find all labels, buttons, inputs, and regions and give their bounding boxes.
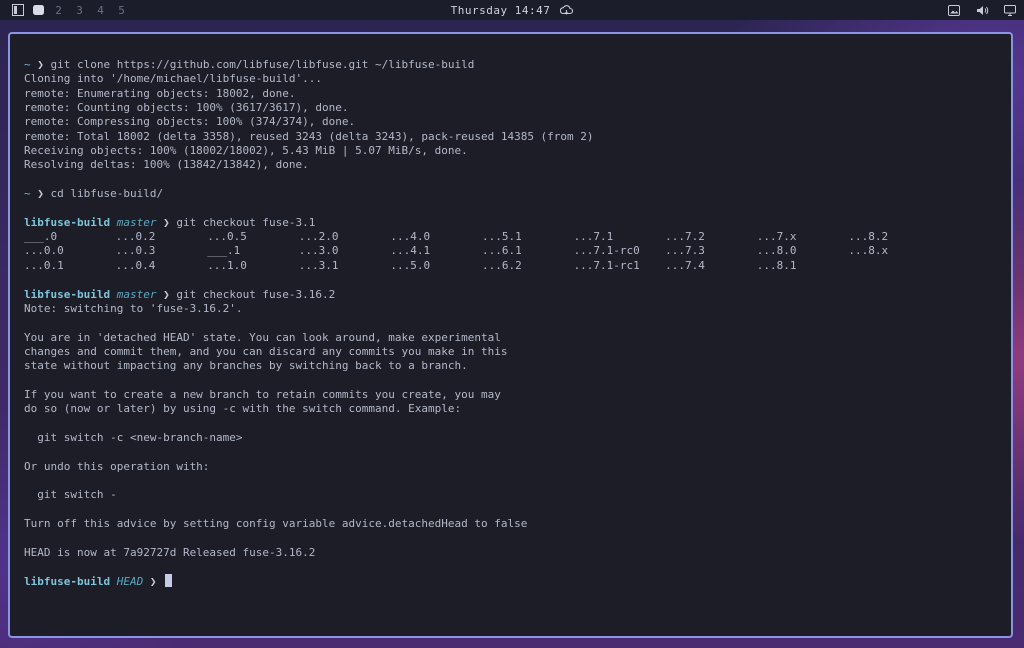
- cloud-icon[interactable]: [560, 5, 574, 15]
- output-line: remote: Counting objects: 100% (3617/361…: [24, 101, 349, 115]
- output-line: remote: Compressing objects: 100% (374/3…: [24, 115, 356, 129]
- clock-area: Thursday 14:47: [0, 0, 1024, 20]
- output-line: Note: switching to 'fuse-3.16.2'.: [24, 301, 243, 315]
- completion-item: ...0.5: [207, 230, 247, 244]
- workspace-4[interactable]: 4: [90, 4, 111, 17]
- prompt-branch: HEAD: [116, 575, 144, 589]
- output-line: do so (now or later) by using -c with th…: [24, 402, 462, 416]
- output-line: Receiving objects: 100% (18002/18002), 5…: [24, 144, 468, 158]
- system-tray: [946, 0, 1018, 20]
- completion-item: ...8.x: [848, 244, 889, 258]
- output-line: HEAD is now at 7a92727d Released fuse-3.…: [24, 545, 316, 559]
- prompt-arrow-icon: ❯: [37, 58, 44, 71]
- completion-item: ...8.0: [756, 244, 797, 258]
- completion-item: ...7.1-rc1: [573, 258, 640, 272]
- display-icon[interactable]: [1002, 2, 1018, 18]
- prompt-line-active[interactable]: libfuse-build HEAD ❯: [24, 574, 1001, 588]
- completion-item: ...0.3: [115, 244, 156, 258]
- completion-item: ...1.0: [207, 258, 247, 272]
- output-line: Resolving deltas: 100% (13842/13842), do…: [24, 158, 309, 172]
- completion-row: ___.0 ...0.2 ...0.5 ...2.0 ...4.0 ...5.1 ...7.…: [24, 230, 1001, 244]
- prompt-arrow-icon: ❯: [163, 287, 170, 301]
- terminal-content: ~ ❯ git clone https://github.com/libfuse…: [24, 58, 1001, 589]
- layout-icon[interactable]: [8, 0, 28, 20]
- output-line: git switch -c <new-branch-name>: [24, 430, 243, 444]
- workspace-2[interactable]: 2: [48, 4, 69, 17]
- prompt-directory: libfuse-build: [24, 575, 111, 589]
- completion-item: ...3.1: [298, 258, 339, 272]
- completion-item: ...0.2: [115, 230, 156, 244]
- completion-item: ...4.0: [390, 230, 431, 244]
- output-line: state without impacting any branches by …: [24, 359, 468, 373]
- command-text: git checkout fuse-3.1: [176, 215, 316, 229]
- completion-item: ___.0: [24, 230, 58, 244]
- prompt-line: libfuse-build master ❯ git checkout fuse…: [24, 216, 1001, 230]
- command-text: cd libfuse-build/: [50, 187, 164, 201]
- completion-item: ___.1: [207, 244, 241, 258]
- completion-item: ...7.1: [573, 230, 614, 244]
- prompt-line: libfuse-build master ❯ git checkout fuse…: [24, 288, 1001, 302]
- workspace-dot-icon[interactable]: [28, 0, 48, 20]
- completion-item: ...6.1: [481, 244, 522, 258]
- output-line: Turn off this advice by setting config v…: [24, 517, 528, 530]
- clock[interactable]: Thursday 14:47: [451, 4, 551, 17]
- completion-item: ...5.1: [481, 230, 522, 244]
- completion-item: ...0.4: [115, 258, 156, 272]
- output-line: git switch -: [24, 488, 117, 502]
- completion-item: ...7.x: [756, 230, 797, 244]
- completion-item: ...8.1: [756, 258, 797, 272]
- screenshot-icon[interactable]: [946, 2, 962, 18]
- completion-row: ...0.0 ...0.3 ___.1 ...3.0 ...4.1 ...6.1 ...7.…: [24, 244, 1001, 258]
- workspace-switcher: 2 3 4 5: [8, 0, 132, 20]
- output-line: If you want to create a new branch to re…: [24, 387, 501, 401]
- completion-item: ...7.3: [665, 244, 705, 258]
- prompt-line: ~ ❯ cd libfuse-build/: [24, 187, 1001, 201]
- workspace-3[interactable]: 3: [69, 4, 90, 17]
- completion-item: ...2.0: [298, 230, 339, 244]
- output-line: remote: Total 18002 (delta 3358), reused…: [24, 129, 594, 143]
- prompt-arrow-icon: ❯: [163, 215, 170, 229]
- completion-item: ...7.4: [665, 258, 705, 272]
- completion-item: ...0.1: [24, 258, 64, 272]
- top-bar: 2 3 4 5 Thursday 14:47: [0, 0, 1024, 20]
- prompt-home: ~: [24, 187, 31, 201]
- output-line: changes and commit them, and you can dis…: [24, 344, 508, 358]
- text-cursor: [165, 574, 173, 588]
- terminal-window[interactable]: ~ ❯ git clone https://github.com/libfuse…: [8, 32, 1013, 638]
- output-line: Or undo this operation with:: [24, 459, 210, 473]
- completion-row: ...0.1 ...0.4 ...1.0 ...3.1 ...5.0 ...6.2 ...7…: [24, 259, 1001, 273]
- command-text: git clone https://github.com/libfuse/lib…: [50, 58, 475, 71]
- completion-item: ...5.0: [390, 258, 431, 272]
- completion-item: ...7.1-rc0: [573, 244, 640, 258]
- completion-item: ...3.0: [298, 244, 339, 258]
- output-line: Cloning into '/home/michael/libfuse-buil…: [24, 72, 323, 86]
- prompt-branch: master: [116, 287, 157, 301]
- volume-icon[interactable]: [974, 2, 990, 18]
- output-line: remote: Enumerating objects: 18002, done…: [24, 86, 296, 100]
- command-text: git checkout fuse-3.16.2: [176, 287, 336, 301]
- prompt-arrow-icon: ❯: [37, 187, 44, 201]
- completion-item: ...7.2: [665, 230, 705, 244]
- workspace-5[interactable]: 5: [111, 4, 132, 17]
- completion-item: ...8.2: [848, 230, 889, 244]
- prompt-arrow-icon: ❯: [149, 575, 157, 589]
- prompt-home: ~: [24, 58, 31, 71]
- tab-completion-list: ___.0 ...0.2 ...0.5 ...2.0 ...4.0 ...5.1 ...7.…: [24, 230, 1001, 273]
- completion-item: ...4.1: [390, 244, 431, 258]
- prompt-directory: libfuse-build: [24, 215, 111, 229]
- completion-item: ...0.0: [24, 244, 64, 258]
- prompt-directory: libfuse-build: [24, 287, 111, 301]
- output-line: You are in 'detached HEAD' state. You ca…: [24, 330, 501, 344]
- completion-item: ...6.2: [481, 258, 522, 272]
- prompt-line: ~ ❯ git clone https://github.com/libfuse…: [24, 58, 1001, 72]
- checkout-output: Note: switching to 'fuse-3.16.2'. You are…: [24, 302, 1001, 560]
- prompt-branch: master: [116, 215, 157, 229]
